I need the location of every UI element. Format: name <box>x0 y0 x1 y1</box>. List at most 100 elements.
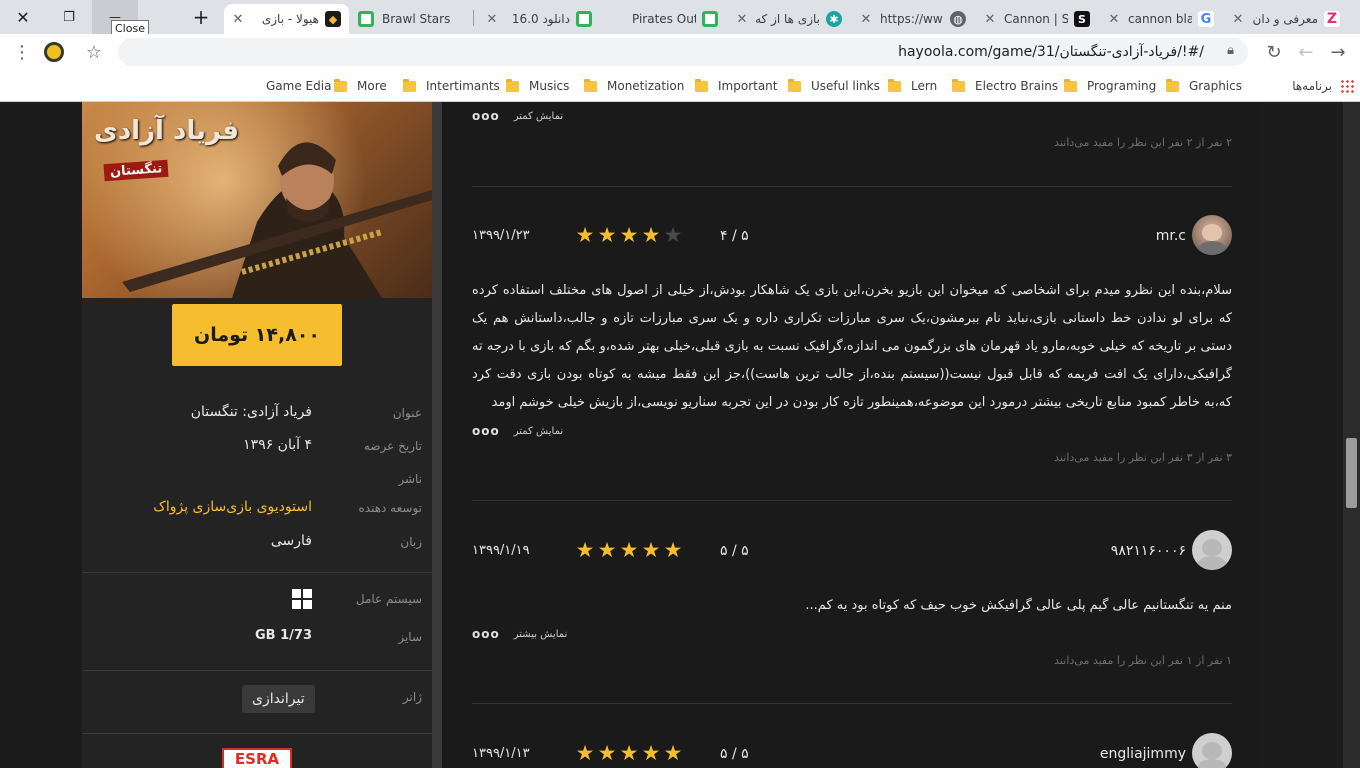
bookmark-electro-brains[interactable]: Electro Brains <box>946 77 1058 95</box>
genre-tag[interactable]: تیراندازی <box>242 685 315 713</box>
game-cover-image[interactable]: فریاد آزادی تنگستان <box>82 102 432 298</box>
show-less-link[interactable]: نمایش کمتر <box>514 426 563 437</box>
bookmark-important[interactable]: Important <box>689 77 778 95</box>
tab-moarefi[interactable]: ✕ معرفی و دان Z <box>1224 4 1348 34</box>
tab-cannon-google[interactable]: ✕ cannon bla G <box>1100 4 1222 34</box>
page-scrollbar[interactable] <box>1343 102 1360 768</box>
esra-rating-logo: ESRA <box>222 748 292 768</box>
tab-title: cannon bla <box>1128 12 1192 26</box>
browser-toolbar: ⋮ ☆ hayoola.com/game/31/فریاد-آزادی-تنگس… <box>0 34 1360 70</box>
info-row-developer: توسعه دهنده استودیوی بازی‌سازی پژواک <box>82 497 432 521</box>
bookmark-label: Lern <box>911 79 938 93</box>
folder-icon <box>888 78 901 92</box>
info-value: ۴ آبان ۱۳۹۶ <box>243 437 312 453</box>
avatar[interactable] <box>1192 215 1232 255</box>
window-restore-button[interactable]: ❐ <box>46 0 92 34</box>
bookmark-useful-links[interactable]: Useful links <box>782 77 880 95</box>
tab-close-icon[interactable]: ✕ <box>1106 12 1122 27</box>
tab-close-icon[interactable]: ✕ <box>230 12 246 27</box>
url-text[interactable]: hayoola.com/game/31/فریاد-آزادی-تنگستان/… <box>898 44 1204 60</box>
star-rating: ★ ★ ★ ★ ★ <box>574 538 684 562</box>
bookmark-star-icon[interactable]: ☆ <box>80 38 108 66</box>
bookmark-monetization[interactable]: Monetization <box>578 77 684 95</box>
tab-title: https://ww <box>880 12 943 26</box>
plus-icon: + <box>192 5 210 29</box>
star-filled-icon: ★ <box>597 538 617 562</box>
tab-download[interactable]: ✕ دانلود 16.0 <box>478 4 600 34</box>
review-score: ۵ / ۵ <box>720 543 749 559</box>
tab-close-icon[interactable]: ✕ <box>1230 12 1246 27</box>
review-text: سلام،بنده این نظرو میدم برای اشخاصی که م… <box>472 283 1232 410</box>
avatar[interactable] <box>1192 733 1232 768</box>
hayoola-favicon-icon: ◆ <box>325 11 341 27</box>
info-label: تاریخ عرضه <box>363 439 422 453</box>
star-filled-icon: ★ <box>641 741 661 765</box>
tab-title: هیولا - بازی <box>261 12 319 26</box>
bookmarks-bar: برنامه‌ها Graphics Programing Electro Br… <box>0 70 1360 102</box>
tab-cannon-sc[interactable]: ✕ Cannon | Sc S <box>976 4 1098 34</box>
review-score: ۵ / ۵ <box>720 746 749 762</box>
review-username[interactable]: engliajimmy <box>1100 746 1186 762</box>
info-value: فارسی <box>270 533 312 549</box>
new-tab-button[interactable]: + <box>178 0 224 34</box>
tab-brawl-stars[interactable]: Brawl Stars <box>352 4 472 34</box>
folder-icon <box>506 78 519 92</box>
bookmark-label: Useful links <box>811 79 880 93</box>
buy-price-button[interactable]: ۱۴,۸۰۰ تومان <box>172 304 342 366</box>
show-less-link[interactable]: نمایش کمتر <box>514 111 563 122</box>
folder-icon <box>1064 78 1077 92</box>
star-filled-icon: ★ <box>619 223 639 247</box>
options-dots-icon[interactable]: ooo <box>472 627 500 641</box>
folder-icon <box>695 78 708 92</box>
options-dots-icon[interactable]: ooo <box>472 109 500 123</box>
lock-icon[interactable]: 🔒︎ <box>1227 43 1234 58</box>
review-username[interactable]: mr.c <box>1156 228 1186 244</box>
info-label: ژانر <box>402 690 422 704</box>
tab-close-icon[interactable]: ✕ <box>858 12 874 27</box>
profile-avatar[interactable] <box>40 38 68 66</box>
menu-kebab-icon[interactable]: ⋮ <box>8 38 36 66</box>
bookmark-programing[interactable]: Programing <box>1058 77 1156 95</box>
bookmark-game-edia[interactable]: Game Edia <box>266 77 331 95</box>
options-dots-icon[interactable]: ooo <box>472 424 500 438</box>
window-close-button[interactable]: ✕ <box>0 0 46 34</box>
reload-icon[interactable]: ↻ <box>1260 38 1288 66</box>
bookmark-apps[interactable]: برنامه‌ها <box>1292 77 1354 95</box>
bookmark-musics[interactable]: Musics <box>500 77 569 95</box>
review-username[interactable]: ۹۸۲۱۱۶۰۰۰۶ <box>1111 543 1186 559</box>
bookmark-graphics[interactable]: Graphics <box>1160 77 1242 95</box>
d-favicon-icon <box>358 11 374 27</box>
address-bar[interactable]: hayoola.com/game/31/فریاد-آزادی-تنگستان/… <box>118 38 1248 66</box>
bookmark-label: More <box>357 79 387 93</box>
bookmark-more[interactable]: More <box>328 77 387 95</box>
tab-games[interactable]: ✕ بازی ها از که ✱ <box>728 4 850 34</box>
tab-https[interactable]: ✕ https://ww ◍ <box>852 4 974 34</box>
bookmark-label: Important <box>718 79 778 93</box>
star-rating: ★ ★ ★ ★ ★ <box>574 741 684 765</box>
divider <box>82 572 432 573</box>
review-text: منم یه تنگستانیم عالی گیم پلی عالی گرافی… <box>805 598 1232 613</box>
folder-icon <box>788 78 801 92</box>
scrollbar-thumb[interactable] <box>1346 438 1357 508</box>
review-date: ۱۳۹۹/۱/۲۳ <box>472 228 530 243</box>
column-divider <box>432 102 442 768</box>
tab-pirates[interactable]: ✕ Pirates Out <box>604 4 726 34</box>
show-more-link[interactable]: نمایش بیشتر <box>514 629 568 640</box>
page-content: فریاد آزادی تنگستان ۱۴,۸۰۰ تومان عنوان ف… <box>0 102 1360 768</box>
tab-close-icon[interactable]: ✕ <box>734 12 750 27</box>
tab-hayoola[interactable]: ✕ هیولا - بازی ◆ <box>224 4 349 34</box>
back-arrow-icon[interactable]: ← <box>1292 38 1320 66</box>
review-score: ۴ / ۵ <box>720 228 749 244</box>
bookmark-lern[interactable]: Lern <box>882 77 937 95</box>
tab-close-icon[interactable]: ✕ <box>982 12 998 27</box>
developer-link[interactable]: استودیوی بازی‌سازی پژواک <box>153 499 312 515</box>
info-row-release-date: تاریخ عرضه ۴ آبان ۱۳۹۶ <box>82 435 432 459</box>
star-filled-icon: ★ <box>641 538 661 562</box>
review-separator <box>472 186 1232 187</box>
avatar[interactable] <box>1192 530 1232 570</box>
forward-arrow-icon[interactable]: → <box>1324 38 1352 66</box>
gear-favicon-icon: ✱ <box>826 11 842 27</box>
bookmark-intertimants[interactable]: Intertimants <box>397 77 500 95</box>
tab-title: Pirates Out <box>632 12 696 26</box>
tab-close-icon[interactable]: ✕ <box>484 12 500 27</box>
